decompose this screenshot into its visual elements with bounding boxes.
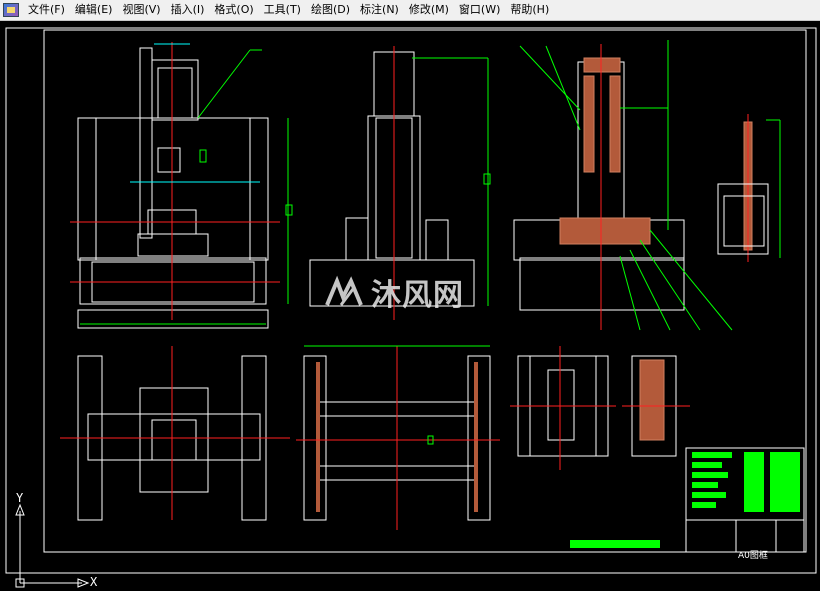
menu-draw[interactable]: 绘图(D) (306, 0, 355, 20)
section-centerlines (600, 44, 749, 330)
ucs-x-label: X (90, 575, 98, 589)
menu-file[interactable]: 文件(F) (23, 0, 70, 20)
watermark-logo-icon (323, 275, 365, 309)
section-hatch (559, 57, 753, 441)
menu-insert[interactable]: 插入(I) (166, 0, 210, 20)
side-view-leaders (412, 57, 491, 306)
ucs-axes (15, 503, 90, 588)
title-block-label: A0图框 (738, 551, 768, 561)
front-view (77, 47, 269, 329)
ucs-y-label: Y (16, 491, 24, 505)
menu-window[interactable]: 窗口(W) (454, 0, 505, 20)
menu-dimension[interactable]: 标注(N) (355, 0, 404, 20)
front-view-centerlines (70, 42, 280, 320)
section-leaders (519, 40, 781, 331)
menu-tools[interactable]: 工具(T) (259, 0, 306, 20)
watermark-text: 沐风网 (371, 278, 464, 313)
ucs-icon: Y X (12, 491, 97, 591)
title-block-fill (570, 452, 800, 548)
menu-view[interactable]: 视图(V) (117, 0, 165, 20)
watermark: 沐风网 (323, 270, 464, 314)
front-view-leaders (80, 49, 293, 325)
menu-bar: 文件(F) 编辑(E) 视图(V) 插入(I) 格式(O) 工具(T) 绘图(D… (0, 0, 820, 21)
menu-format[interactable]: 格式(O) (209, 0, 258, 20)
menu-help[interactable]: 帮助(H) (505, 0, 554, 20)
top-view-centerlines (296, 346, 500, 530)
side-view (309, 51, 475, 307)
app-icon[interactable] (3, 3, 19, 17)
front-view-dims (130, 43, 260, 183)
menu-edit[interactable]: 编辑(E) (70, 0, 118, 20)
detail-view-1 (717, 183, 769, 255)
menu-modify[interactable]: 修改(M) (404, 0, 454, 20)
section-view (513, 61, 685, 311)
plan-view-centerlines (60, 346, 290, 520)
